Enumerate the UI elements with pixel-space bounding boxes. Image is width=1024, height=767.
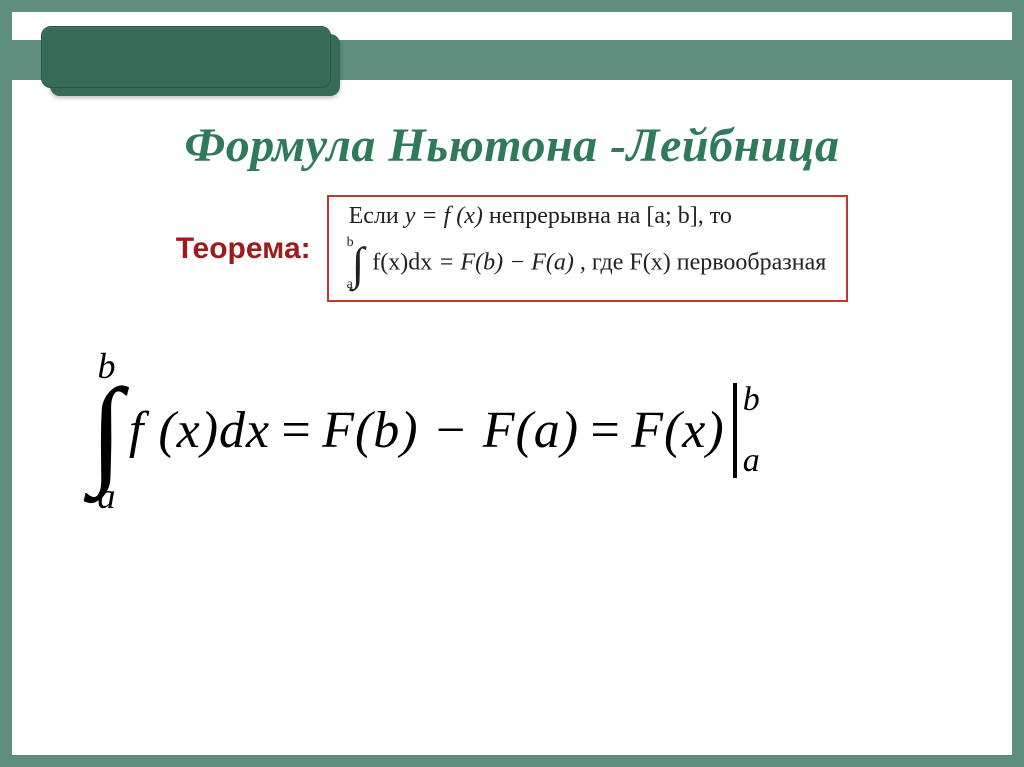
text: Если: [349, 203, 405, 229]
rhs: F(b) − F(a): [460, 250, 573, 276]
theorem-line1: Если y = f (x) непрерывна на [a; b], то: [349, 203, 827, 230]
theorem-line2: b a ∫ f(x)dx = F(b) − F(a) , где F(x) пе…: [349, 236, 827, 292]
integral-sign-icon: ∫: [352, 246, 365, 283]
theorem-row: Теорема: Если y = f (x) непрерывна на [a…: [32, 195, 992, 302]
interval: [a; b]: [646, 203, 697, 229]
slide-title: Формула Ньютона -Лейбница: [32, 118, 992, 173]
slide-body: Формула Ньютона -Лейбница Теорема: Если …: [12, 12, 1012, 755]
term-Fb-Fa: F(b) − F(a): [322, 401, 579, 460]
equals: =: [438, 250, 460, 276]
integrand: f(x)dx: [372, 250, 432, 276]
integrand: f (x)dx: [129, 401, 270, 460]
evaluation-bar: b a: [729, 383, 760, 478]
lower-limit: a: [97, 478, 115, 514]
integral-big: b ∫ a: [90, 348, 123, 514]
equals: =: [587, 401, 623, 460]
main-formula: b ∫ a f (x)dx = F(b) − F(a) = F(x) b a: [32, 348, 992, 514]
integral-sign-icon: ∫: [90, 384, 123, 478]
tail-text: , где F(x) первообразная: [580, 250, 826, 276]
text: непрерывна на: [483, 203, 646, 229]
evaluation-limits: b a: [743, 383, 760, 478]
equals: =: [278, 401, 314, 460]
function-yfx: y = f (x): [405, 203, 483, 229]
content-area: Формула Ньютона -Лейбница Теорема: Если …: [12, 108, 1012, 514]
theorem-label: Теорема:: [176, 232, 311, 266]
lower-limit: a: [743, 444, 760, 478]
theorem-box: Если y = f (x) непрерывна на [a; b], то …: [327, 195, 849, 302]
vertical-bar-icon: [733, 383, 737, 478]
term-Fx: F(x): [631, 401, 724, 460]
text: , то: [698, 203, 732, 229]
header-tab: [41, 26, 331, 88]
integral-small: b a ∫: [349, 236, 367, 292]
upper-limit: b: [743, 383, 760, 417]
